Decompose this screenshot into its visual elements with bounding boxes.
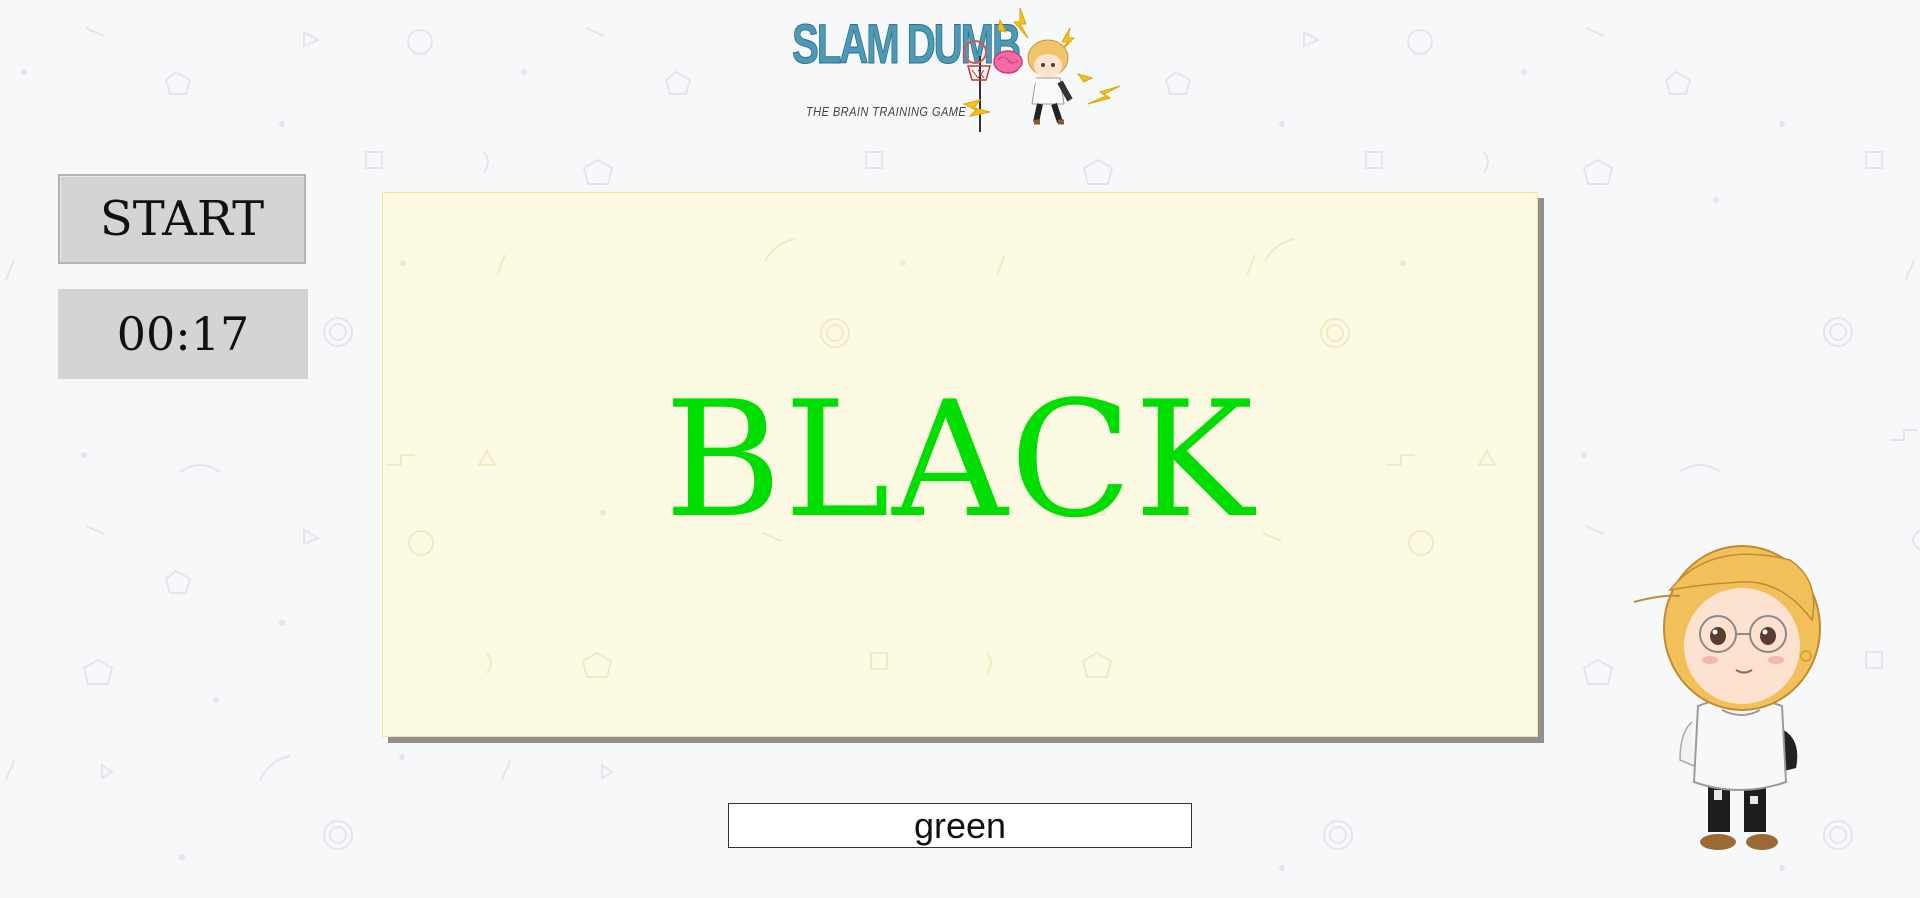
basketball-hoop-icon <box>963 40 991 132</box>
logo-mascot-figure <box>1018 39 1073 125</box>
logo-subtitle: THE BRAIN TRAINING GAME <box>806 104 967 119</box>
brain-icon <box>993 50 1023 74</box>
answer-input[interactable] <box>728 803 1192 848</box>
game-logo: SLAM DUMB THE BRAIN TRAINING GAME <box>790 8 1130 138</box>
color-word: BLACK <box>664 365 1256 553</box>
mascot-character-image <box>1633 545 1821 850</box>
word-card: BLACK <box>382 192 1538 737</box>
countdown-timer: 00:17 <box>58 289 308 379</box>
start-button[interactable]: START <box>58 174 306 264</box>
logo-illustration <box>962 8 1121 132</box>
